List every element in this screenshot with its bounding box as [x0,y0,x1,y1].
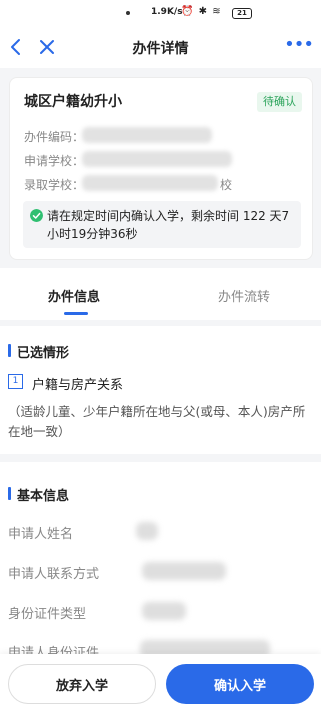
field-application-code: 办件编码： [24,127,212,145]
redacted-value [82,127,212,143]
application-card: 城区户籍幼升小 待确认 办件编码： 申请学校： 录取学校： 校 请在规定时间内确… [9,77,313,260]
redacted-value [82,175,218,191]
status-icons: ⏰ ✱ ≋ [181,6,222,17]
info-row-applicant-name: 申请人姓名 [8,527,74,542]
redacted-value [142,602,186,620]
notice-text: 请在规定时间内确认入学，剩余时间 122 天7小时19分钟36秒 [47,209,290,241]
deadline-notice: 请在规定时间内确认入学，剩余时间 122 天7小时19分钟36秒 [23,201,301,248]
tab-bar: 办件信息 办件流转 [0,268,321,320]
abandon-enrollment-button[interactable]: 放弃入学 [8,664,156,704]
redacted-value [136,522,158,540]
card-title: 城区户籍幼升小 [24,94,122,110]
bottom-action-bar: 放弃入学 确认入学 [0,654,321,728]
situation-title: 户籍与房产关系 [32,378,124,393]
network-speed: 1.9K/s [151,7,183,17]
tab-application-info[interactable]: 办件信息 [48,286,100,305]
status-badge: 待确认 [257,92,302,112]
situation-description: （适龄儿童、少年户籍所在地与父(或母、本人)房产所在地一致） [8,404,306,439]
status-bar: 1.9K/s ⏰ ✱ ≋ 21 [0,0,321,28]
check-circle-icon [30,209,43,222]
field-label: 办件编码： [24,130,85,144]
tab-application-flow[interactable]: 办件流转 [218,286,270,305]
section-heading: 基本信息 [8,485,69,504]
field-value-tail: 校 [220,178,233,192]
info-row-applicant-contact: 申请人联系方式 [8,567,100,582]
confirm-enrollment-button[interactable]: 确认入学 [166,664,314,704]
info-row-id-type: 身份证件类型 [8,607,87,622]
redacted-value [82,151,232,167]
page-title: 办件详情 [132,41,189,57]
notification-dot-icon [126,11,130,15]
field-label: 录取学校： [24,178,85,192]
field-applied-school: 申请学校： [24,151,232,169]
field-admitted-school: 录取学校： 校 [24,175,232,193]
selected-situation-section: 已选情形 1 户籍与房产关系 （适龄儿童、少年户籍所在地与父(或母、本人)房产所… [0,326,321,454]
active-tab-indicator [64,312,88,315]
situation-number: 1 [8,374,23,389]
field-label: 申请学校： [24,154,85,168]
nav-bar: 办件详情 ••• [0,28,321,68]
more-icon[interactable]: ••• [284,36,314,54]
battery-icon: 21 [232,8,252,19]
section-heading: 已选情形 [8,342,69,361]
redacted-value [142,562,226,580]
